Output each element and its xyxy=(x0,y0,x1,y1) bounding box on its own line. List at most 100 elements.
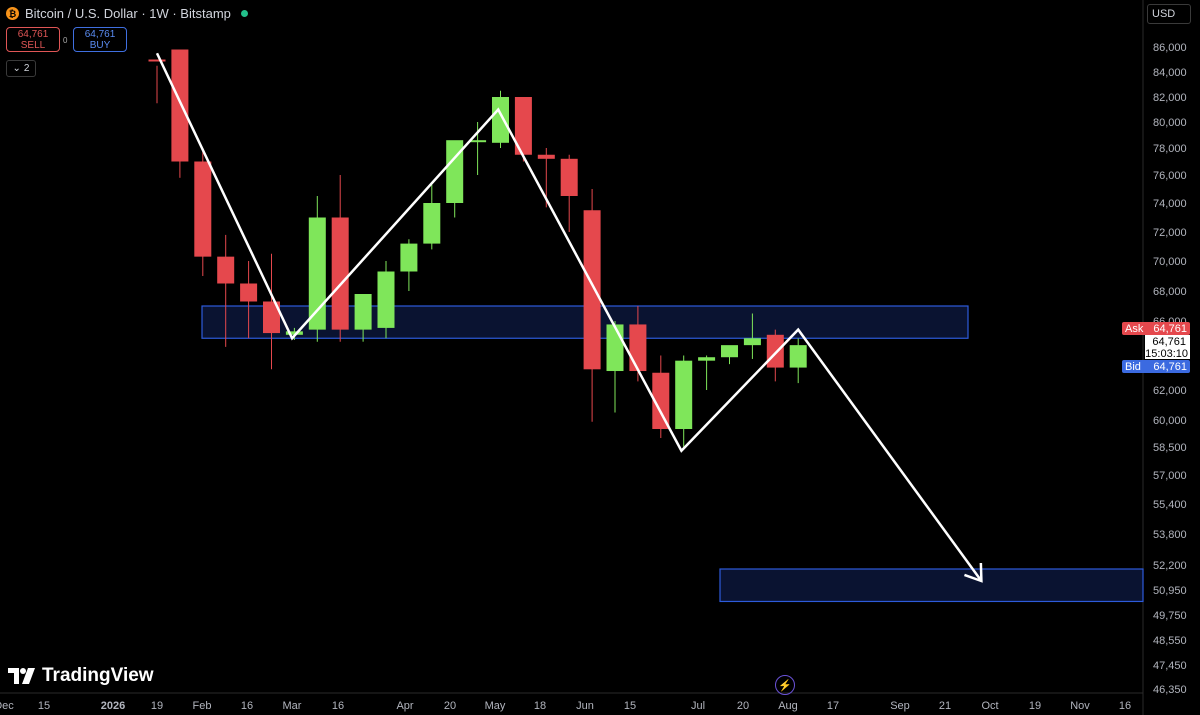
time-tick-label: 21 xyxy=(939,700,951,712)
bitcoin-icon: ₿ xyxy=(6,7,19,20)
price-tick-label: 62,000 xyxy=(1153,385,1187,397)
candle xyxy=(423,184,441,250)
candle xyxy=(560,154,578,232)
price-tick-label: 68,000 xyxy=(1153,286,1187,298)
indicator-count: 2 xyxy=(23,63,30,74)
price-tick-label: 80,000 xyxy=(1153,117,1187,129)
candle xyxy=(331,175,349,342)
candle-body xyxy=(423,203,441,244)
time-axis[interactable]: Dec 15 2026 19 Feb 16 Mar 16 Apr 20 May 18 Jun 15 Jul 2… xyxy=(0,700,1131,712)
candle xyxy=(400,239,418,291)
time-tick-label: 18 xyxy=(534,700,546,712)
sell-button[interactable]: 64,761 SELL xyxy=(6,27,60,52)
sell-price: 64,761 xyxy=(17,29,49,40)
price-tick-label: 47,450 xyxy=(1153,660,1187,672)
candle-body xyxy=(400,243,418,272)
candle-body xyxy=(537,154,555,159)
time-tick-label: 16 xyxy=(241,700,253,712)
candle xyxy=(514,97,532,162)
price-chart[interactable]: 86,000 84,000 82,000 80,000 78,000 76,000 74,0… xyxy=(0,0,1200,715)
candle xyxy=(698,355,716,390)
candle xyxy=(263,253,280,370)
time-tick-label: Aug xyxy=(778,700,798,712)
time-tick-label: Apr xyxy=(396,700,413,712)
lightning-icon[interactable]: ⚡ xyxy=(775,675,795,695)
last-price: 64,761 xyxy=(1152,336,1186,348)
candle xyxy=(194,148,212,276)
chevron-down-icon: ⌄ xyxy=(12,63,21,74)
price-tick-label: 49,750 xyxy=(1153,610,1187,622)
symbol-title: Bitcoin / U.S. Dollar · 1W · Bitstamp xyxy=(25,6,231,21)
time-tick-label: Jun xyxy=(576,700,594,712)
price-labels: Ask 64,76164,76115:03:10Bid 64,761 xyxy=(1122,322,1190,373)
time-tick-label: 15 xyxy=(38,700,50,712)
price-tick-label: 86,000 xyxy=(1153,42,1187,54)
bid-text: Bid xyxy=(1125,361,1141,373)
candle-body xyxy=(492,97,509,143)
price-tick-label: 74,000 xyxy=(1153,198,1187,210)
time-tick-label: 16 xyxy=(332,700,344,712)
candle xyxy=(308,196,326,342)
time-tick-label: Nov xyxy=(1070,700,1090,712)
price-tick-label: 53,800 xyxy=(1153,529,1187,541)
candle xyxy=(675,355,693,447)
candle-body xyxy=(721,345,738,358)
symbol-header[interactable]: ₿ Bitcoin / U.S. Dollar · 1W · Bitstamp xyxy=(6,6,248,21)
candle-body xyxy=(675,360,693,429)
price-tick-label: 76,000 xyxy=(1153,170,1187,182)
price-tick-label: 78,000 xyxy=(1153,143,1187,155)
sell-label: SELL xyxy=(20,40,46,51)
time-tick-label: 2026 xyxy=(101,700,125,712)
tradingview-logo[interactable]: TradingView xyxy=(8,665,154,687)
candle-body xyxy=(789,345,807,368)
time-tick-label: May xyxy=(485,700,506,712)
time-tick-label: 16 xyxy=(1119,700,1131,712)
time-tick-label: Feb xyxy=(193,700,212,712)
time-tick-label: 15 xyxy=(624,700,636,712)
candle-body xyxy=(240,283,258,302)
candle xyxy=(377,261,395,339)
currency-selector[interactable]: USD xyxy=(1147,4,1191,24)
time-tick-label: 19 xyxy=(1029,700,1041,712)
price-tick-label: 50,950 xyxy=(1153,585,1187,597)
candle-body xyxy=(354,294,372,330)
buy-label: BUY xyxy=(89,40,111,51)
candle-body xyxy=(766,334,784,368)
candle-body xyxy=(148,59,166,62)
candle xyxy=(766,329,784,382)
time-tick-label: Dec xyxy=(0,700,14,712)
bar-countdown: 15:03:10 xyxy=(1145,348,1188,360)
time-tick-label: 20 xyxy=(737,700,749,712)
buy-button[interactable]: 64,761 BUY xyxy=(73,27,127,52)
price-tick-label: 82,000 xyxy=(1153,92,1187,104)
candles xyxy=(148,49,807,447)
price-tick-label: 72,000 xyxy=(1153,227,1187,239)
price-tick-label: 70,000 xyxy=(1153,256,1187,268)
support-zones xyxy=(201,305,1144,603)
logo-text: TradingView xyxy=(42,665,154,686)
candle-body xyxy=(743,338,761,346)
price-tick-label: 55,400 xyxy=(1153,499,1187,511)
time-tick-label: Mar xyxy=(283,700,302,712)
price-tick-label: 57,000 xyxy=(1153,470,1187,482)
zone-rectangle xyxy=(719,568,1144,603)
candle-body xyxy=(194,161,212,257)
price-tick-label: 84,000 xyxy=(1153,67,1187,79)
price-tick-label: 52,200 xyxy=(1153,560,1187,572)
candle-body xyxy=(171,49,189,162)
ask-text: Ask xyxy=(1125,323,1144,335)
price-tick-label: 46,350 xyxy=(1153,684,1187,696)
time-tick-label: 19 xyxy=(151,700,163,712)
tradingview-logo-icon xyxy=(8,668,35,684)
candle-body xyxy=(308,217,326,330)
candle-body xyxy=(331,217,349,330)
time-tick-label: Sep xyxy=(890,700,910,712)
indicators-toggle[interactable]: ⌄ 2 xyxy=(6,60,36,77)
ask-price: 64,761 xyxy=(1153,323,1187,335)
candle xyxy=(789,338,807,384)
candle xyxy=(583,189,601,422)
price-tick-label: 48,550 xyxy=(1153,635,1187,647)
buy-price: 64,761 xyxy=(84,29,116,40)
candle xyxy=(469,122,487,175)
candle-body xyxy=(583,210,601,370)
